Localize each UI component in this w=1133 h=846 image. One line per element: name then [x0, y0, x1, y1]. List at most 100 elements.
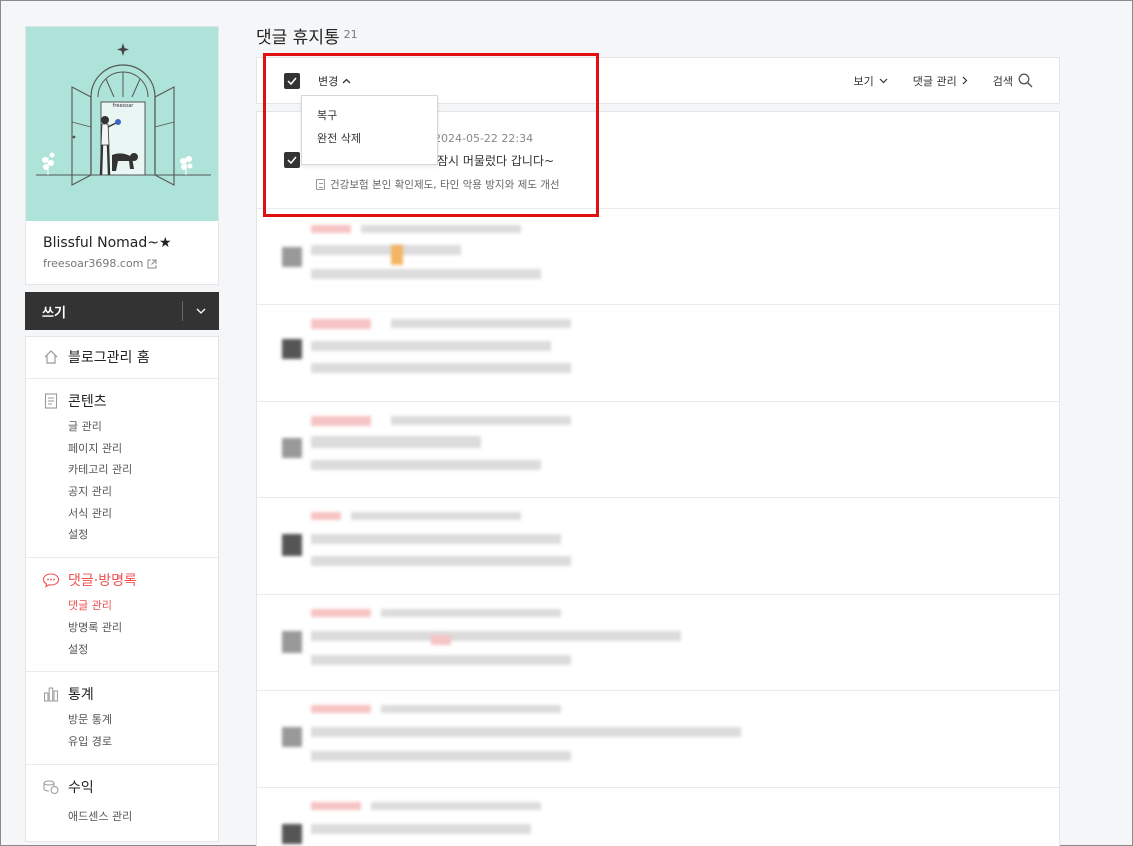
blurred-post: [311, 363, 571, 373]
blurred-date: [351, 512, 521, 520]
comment-manage-link[interactable]: 댓글 관리: [913, 73, 968, 89]
blurred-text: [311, 823, 531, 834]
blurred-author: [311, 705, 371, 713]
sidebar-item-categories[interactable]: 카테고리 관리: [26, 459, 218, 481]
blurred-author: [311, 608, 371, 617]
comment-text[interactable]: 잠시 머물렀다 갑니다~: [437, 152, 554, 169]
write-dropdown-button[interactable]: [183, 292, 219, 330]
blog-url-text: freesoar3698.com: [43, 257, 144, 270]
sidebar-item-templates[interactable]: 서식 관리: [26, 503, 218, 525]
document-icon: [42, 392, 60, 410]
chevron-up-icon: [342, 78, 351, 83]
sidebar-item-content-settings[interactable]: 설정: [26, 524, 218, 546]
home-icon: [42, 348, 60, 366]
menu-stats-label: 통계: [68, 687, 94, 704]
sidebar-item-comment-manage[interactable]: 댓글 관리: [26, 595, 218, 617]
avatar: [282, 630, 302, 653]
sidebar-item-guestbook[interactable]: 방명록 관리: [26, 617, 218, 639]
menu-home-label: 블로그관리 홈: [68, 350, 150, 366]
blurred-text: [311, 244, 461, 255]
blurred-date: [391, 319, 571, 328]
blurred-mention: [431, 634, 451, 645]
comment-row-blurred: [257, 788, 1059, 846]
profile-card: freesoar Blissful Nomad~★ freesoar3698.c…: [25, 26, 219, 285]
menu-content[interactable]: 콘텐츠: [26, 391, 218, 411]
menu-content-label: 콘텐츠: [68, 394, 107, 410]
write-button[interactable]: 쓰기: [25, 302, 182, 321]
page-title-text: 댓글 휴지통: [256, 28, 340, 48]
blurred-author: [311, 512, 341, 520]
blurred-date: [371, 801, 541, 810]
document-icon: [316, 179, 325, 190]
blurred-text: [311, 341, 551, 351]
sidebar-item-visit-stats[interactable]: 방문 통계: [26, 709, 218, 731]
checkmark-icon: [287, 77, 297, 85]
sidebar-item-notices[interactable]: 공지 관리: [26, 481, 218, 503]
blurred-post: [311, 459, 541, 470]
svg-text:freesoar: freesoar: [113, 103, 135, 109]
blog-cover-image[interactable]: freesoar: [26, 27, 218, 221]
menu-home[interactable]: 블로그관리 홈: [26, 347, 218, 367]
sidebar-item-pages[interactable]: 페이지 관리: [26, 438, 218, 460]
change-menu-button[interactable]: 변경: [318, 73, 351, 89]
blurred-date: [391, 415, 571, 425]
comment-row-blurred: [257, 691, 1059, 788]
trash-count: 21: [343, 28, 358, 41]
blurred-emoji: [391, 244, 403, 265]
blog-url-link[interactable]: freesoar3698.com: [43, 257, 202, 270]
permanent-delete-menu-item[interactable]: 완전 삭제: [302, 130, 437, 153]
comment-row-blurred: [257, 209, 1059, 305]
view-filter-button[interactable]: 보기: [854, 73, 888, 89]
blurred-text: [311, 534, 561, 544]
sidebar-item-comment-settings[interactable]: 설정: [26, 639, 218, 661]
comment-date: 2024-05-22 22:34: [434, 132, 534, 145]
avatar: [282, 534, 302, 556]
admin-menu: 블로그관리 홈 콘텐츠 글 관리 페이지 관리 카테고리 관리 공지 관리 서식…: [25, 336, 219, 843]
blurred-post: [311, 556, 571, 566]
blurred-text: [311, 630, 681, 641]
blurred-author: [311, 319, 371, 329]
blurred-post: [311, 268, 541, 279]
select-all-checkbox[interactable]: [284, 72, 300, 89]
menu-comments[interactable]: 댓글·방명록: [26, 570, 218, 590]
row-checkbox[interactable]: [284, 152, 300, 168]
menu-revenue[interactable]: 수익: [26, 777, 218, 797]
blurred-post: [311, 751, 571, 761]
avatar: [282, 437, 302, 458]
sidebar-item-posts[interactable]: 글 관리: [26, 416, 218, 438]
external-link-icon: [147, 259, 157, 268]
avatar: [282, 339, 302, 359]
blog-name[interactable]: Blissful Nomad~★: [43, 235, 202, 251]
sidebar-item-adsense[interactable]: 애드센스 관리: [26, 806, 218, 828]
blurred-text: [311, 435, 481, 448]
chevron-right-icon: [962, 76, 968, 85]
blurred-author: [311, 415, 371, 426]
checkmark-icon: [287, 156, 297, 164]
menu-stats[interactable]: 통계: [26, 684, 218, 704]
chevron-down-icon: [196, 308, 206, 314]
menu-comments-label: 댓글·방명록: [68, 573, 137, 590]
comment-row-blurred: [257, 595, 1059, 691]
restore-menu-item[interactable]: 복구: [302, 107, 437, 130]
view-label: 보기: [853, 74, 874, 88]
search-icon: [1018, 73, 1033, 88]
menu-revenue-label: 수익: [68, 779, 94, 796]
blurred-author: [311, 801, 361, 810]
change-label: 변경: [318, 74, 339, 88]
comment-row-blurred: [257, 498, 1059, 595]
blurred-text: [311, 727, 741, 737]
comment-list: 2024-05-22 22:34 잠시 머물렀다 갑니다~ 건강보험 본인 확인…: [256, 111, 1060, 846]
comment-manage-label: 댓글 관리: [912, 74, 957, 88]
sidebar: freesoar Blissful Nomad~★ freesoar3698.c…: [25, 26, 219, 843]
blurred-date: [361, 224, 521, 233]
search-button[interactable]: 검색: [993, 73, 1033, 89]
blurred-post: [311, 654, 571, 665]
door-illustration: freesoar: [36, 43, 211, 186]
blurred-author: [311, 224, 351, 233]
chevron-down-icon: [879, 78, 888, 83]
blurred-date: [381, 608, 561, 617]
page-title: 댓글 휴지통 21: [256, 23, 358, 48]
sidebar-item-referrers[interactable]: 유입 경로: [26, 731, 218, 753]
post-reference-link[interactable]: 건강보험 본인 확인제도, 타인 악용 방지와 제도 개선: [316, 177, 560, 192]
coins-icon: [42, 778, 60, 796]
